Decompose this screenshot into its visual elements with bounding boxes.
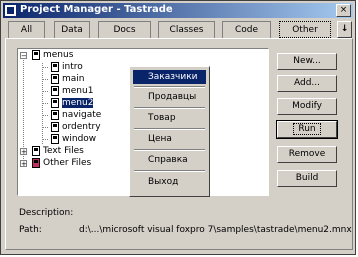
tree-item-navigate[interactable]: navigate [51,110,101,121]
tree-connector [42,67,48,68]
tree-connector [42,127,48,128]
tree-connector [42,79,48,80]
tab-scroll-icon[interactable]: ↓ [337,21,352,38]
remove-button[interactable]: Remove [277,146,337,163]
menu-item-sellers[interactable]: Продавцы [133,90,206,104]
tree-item-menu2[interactable]: menu2 [51,98,94,109]
menu-file-icon [51,74,59,84]
context-menu: Заказчики Продавцы Товар Цена Справка Вы… [129,66,210,197]
menu-item-exit[interactable]: Выход [133,175,206,189]
menu-file-icon [51,122,59,132]
tab-code[interactable]: Code [222,21,271,38]
tree-item-other-files[interactable]: Other Files [32,158,91,169]
menu-file-icon [51,110,59,120]
tree-item-menus[interactable]: menus [32,50,73,61]
tab-other[interactable]: Other [279,21,331,38]
menu-separator [134,86,205,88]
project-icon [5,5,16,16]
tree-connector [42,139,48,140]
menu-item-help[interactable]: Справка [133,153,206,167]
expand-icon[interactable]: + [20,148,27,156]
add-button[interactable]: Add... [277,75,337,92]
menu-item-price[interactable]: Цена [133,132,206,146]
new-button[interactable]: New... [277,53,337,70]
tree-item-main[interactable]: main [51,74,85,85]
tree-item-window[interactable]: window [51,134,96,145]
tree-item-text-files[interactable]: Text Files [32,146,84,157]
tree-item-menu1[interactable]: menu1 [51,86,93,97]
menu-file-icon [51,98,59,108]
menu-separator [134,149,205,151]
tree-connector [42,91,48,92]
menu-separator [134,170,205,172]
description-label: Description: [19,208,74,218]
path-label: Path: [19,225,42,235]
project-manager-window: Project Manager - Tastrade × All Data Do… [0,0,356,255]
tab-all[interactable]: All [8,21,45,38]
run-button[interactable]: Run [276,120,338,139]
expand-icon[interactable]: + [20,160,27,168]
tree-connector [42,115,48,116]
tree-item-intro[interactable]: intro [51,62,83,73]
tab-data[interactable]: Data [54,21,90,38]
path-value: d:\...\microsoft visual foxpro 7\samples… [79,225,352,235]
close-button[interactable]: × [336,4,351,17]
collapse-icon[interactable]: − [20,52,27,60]
tree-item-ordentry[interactable]: ordentry [51,122,101,133]
text-file-icon [32,146,40,156]
tab-docs[interactable]: Docs [98,21,151,38]
modify-button[interactable]: Modify [277,98,337,115]
build-button[interactable]: Build [277,170,337,187]
menu-icon [32,50,40,60]
menu-separator [134,107,205,109]
menu-item-product[interactable]: Товар [133,111,206,125]
run-button-label: Run [293,123,321,135]
menu-file-icon [51,62,59,72]
tab-classes[interactable]: Classes [158,21,215,38]
menu-file-icon [51,86,59,96]
title-bar[interactable]: Project Manager - Tastrade × [3,3,353,18]
menu-separator [134,128,205,130]
menu-item-customers[interactable]: Заказчики [133,70,206,84]
tree-connector [23,55,24,163]
menu-file-icon [51,134,59,144]
other-files-icon [32,158,40,168]
tree-connector [42,103,48,104]
window-title: Project Manager - Tastrade [20,4,173,15]
